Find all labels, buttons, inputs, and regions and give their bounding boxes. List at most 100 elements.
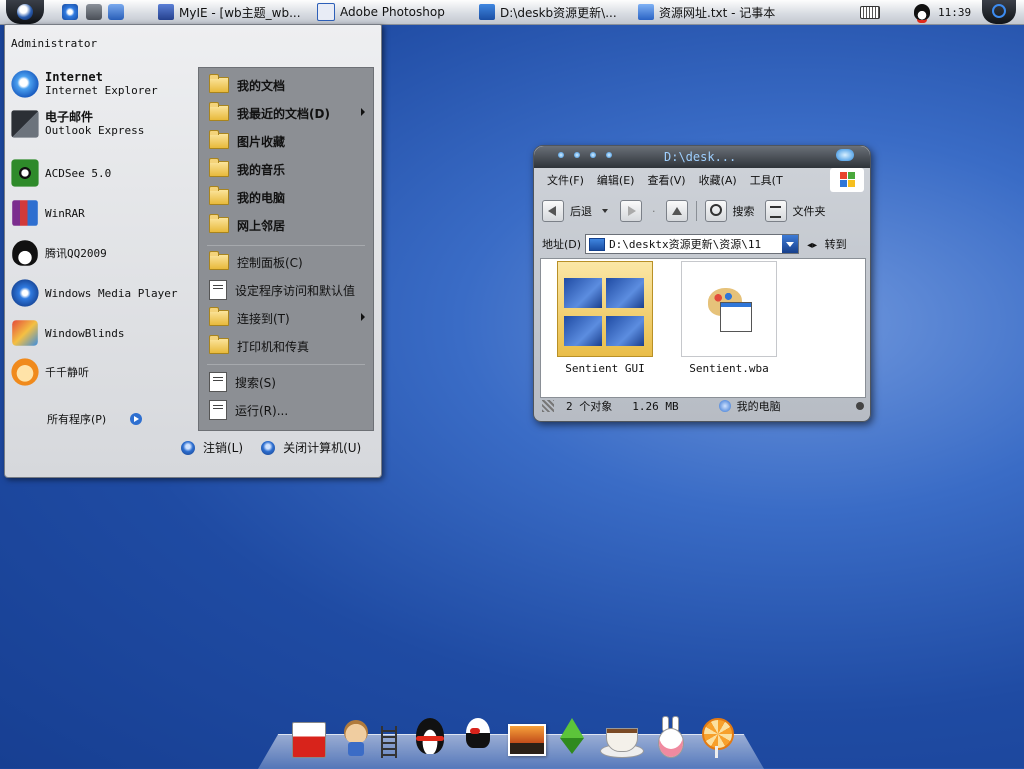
search-label[interactable]: 搜索 — [733, 203, 755, 219]
program-windowblinds[interactable]: WindowBlinds — [9, 314, 195, 352]
place-my-documents[interactable]: 我的文档 — [199, 72, 373, 98]
program-qq[interactable]: 腾讯QQ2009 — [9, 234, 195, 272]
ttplayer-icon — [11, 358, 39, 386]
task-explorer[interactable]: D:\deskb资源更新\... — [479, 0, 617, 24]
place-my-pictures[interactable]: 图片收藏 — [199, 128, 373, 154]
program-media-player[interactable]: Windows Media Player — [9, 274, 195, 312]
keyboard-icon[interactable] — [860, 0, 880, 24]
logoff-button[interactable]: 注销(L) — [181, 439, 243, 456]
all-programs-label: 所有程序(P) — [47, 413, 107, 426]
pinned-email[interactable]: 电子邮件 Outlook Express — [9, 105, 195, 143]
coffee-cup-icon[interactable] — [598, 714, 644, 758]
connect-to[interactable]: 连接到(T) — [199, 305, 373, 331]
menu-edit[interactable]: 编辑(E) — [597, 172, 635, 188]
address-value: D:\desktx资源更新\资源\11 — [609, 238, 762, 251]
resize-grip-icon[interactable] — [856, 402, 864, 410]
document-icon — [209, 400, 227, 420]
shutdown-button[interactable]: 关闭计算机(U) — [261, 439, 361, 456]
up-folder-icon[interactable] — [665, 200, 688, 222]
back-arrow-icon[interactable] — [542, 200, 564, 222]
places-panel: 我的文档 我最近的文档(D) 图片收藏 我的音乐 我的电脑 网上邻居 控制面板(… — [198, 67, 374, 431]
place-label: 我的音乐 — [237, 162, 286, 177]
place-label: 我的电脑 — [237, 190, 286, 205]
all-programs-button[interactable]: 所有程序(P) — [47, 411, 143, 427]
milk-carton-icon[interactable] — [288, 714, 328, 758]
forward-dropdown-icon[interactable]: · — [652, 205, 656, 218]
clock[interactable]: 11:39 — [938, 0, 971, 24]
go-label: 转到 — [824, 238, 847, 251]
search-icon[interactable] — [704, 200, 727, 222]
status-size: 1.26 MB — [632, 399, 679, 413]
address-input[interactable]: D:\desktx资源更新\资源\11 — [585, 234, 800, 254]
ie-icon — [11, 70, 39, 98]
qq-penguin-icon[interactable] — [410, 714, 450, 758]
back-dropdown-icon[interactable] — [602, 209, 608, 213]
task-notepad[interactable]: 资源网址.txt - 记事本 — [638, 0, 775, 24]
program-acdsee[interactable]: ACDSee 5.0 — [9, 154, 195, 192]
pirate-icon[interactable] — [336, 714, 376, 758]
settings-label: 设定程序访问和默认值 — [235, 283, 356, 298]
address-dropdown-icon[interactable] — [782, 235, 799, 253]
file-name: Sentient GUI — [565, 362, 645, 375]
place-label: 图片收藏 — [237, 134, 286, 149]
sketchup-icon[interactable] — [552, 714, 592, 758]
place-my-music[interactable]: 我的音乐 — [199, 156, 373, 182]
search-item[interactable]: 搜索(S) — [199, 369, 373, 395]
ladder-icon[interactable] — [375, 714, 399, 758]
address-bar: 地址(D) D:\desktx资源更新\资源\11 ◂▸ 转到 — [542, 234, 847, 254]
program-winrar[interactable]: WinRAR — [9, 194, 195, 232]
menu-tools[interactable]: 工具(T — [750, 172, 783, 188]
ie-quicklaunch-icon[interactable] — [62, 4, 78, 20]
program-access-defaults[interactable]: 设定程序访问和默认值 — [199, 277, 373, 303]
folder-icon — [209, 186, 229, 205]
run-item[interactable]: 运行(R)... — [199, 397, 373, 423]
menu-view[interactable]: 查看(V) — [647, 172, 685, 188]
power-icon — [261, 440, 276, 455]
program-label: ACDSee 5.0 — [45, 166, 112, 180]
start-menu: Administrator Internet Internet Explorer … — [4, 24, 382, 478]
program-ttplayer[interactable]: 千千静听 — [9, 353, 195, 391]
outlook-icon — [11, 110, 39, 138]
divider — [207, 364, 365, 365]
control-panel[interactable]: 控制面板(C) — [199, 249, 373, 275]
menu-favorites[interactable]: 收藏(A) — [699, 172, 737, 188]
file-item[interactable]: Sentient GUI — [555, 261, 655, 375]
search-button[interactable] — [982, 0, 1016, 24]
window-titlebar[interactable]: D:\desk... — [534, 146, 870, 168]
document-icon — [209, 280, 227, 300]
task-photoshop[interactable]: Adobe Photoshop — [317, 0, 445, 24]
place-network[interactable]: 网上邻居 — [199, 212, 373, 238]
qq-icon — [12, 240, 38, 266]
winrar-icon — [12, 200, 38, 226]
folders-label[interactable]: 文件夹 — [793, 203, 826, 219]
task-myie[interactable]: MyIE - [wb主题_wb... — [158, 0, 301, 24]
status-bar: 2 个对象 1.26 MB 我的电脑 — [534, 396, 870, 416]
menu-file[interactable]: 文件(F) — [547, 172, 584, 188]
lollipop-icon[interactable] — [696, 714, 736, 758]
bird-icon[interactable] — [458, 714, 498, 758]
address-label: 地址(D) — [542, 238, 582, 251]
rabbit-icon[interactable] — [650, 714, 690, 758]
settings-label: 连接到(T) — [237, 311, 290, 326]
status-count: 2 个对象 — [566, 400, 613, 413]
folders-icon[interactable] — [764, 200, 787, 222]
back-label[interactable]: 后退 — [570, 203, 592, 219]
outlook-quicklaunch-icon[interactable] — [108, 4, 124, 20]
go-button[interactable]: ◂▸ 转到 — [807, 236, 847, 252]
qq-tray-icon[interactable] — [914, 0, 930, 24]
printers-faxes[interactable]: 打印机和传真 — [199, 333, 373, 359]
show-desktop-icon[interactable] — [86, 4, 102, 20]
place-my-computer[interactable]: 我的电脑 — [199, 184, 373, 210]
start-orb-button[interactable] — [6, 0, 44, 24]
program-label: WinRAR — [45, 206, 85, 220]
forward-arrow-icon[interactable] — [620, 200, 642, 222]
folder-icon — [209, 214, 229, 233]
photo-icon[interactable] — [504, 714, 546, 758]
window-control-button[interactable] — [836, 149, 854, 161]
my-computer-icon — [718, 400, 731, 412]
pinned-internet[interactable]: Internet Internet Explorer — [9, 65, 195, 103]
menu-bar: 文件(F) 编辑(E) 查看(V) 收藏(A) 工具(T — [534, 169, 870, 191]
folder-icon — [209, 74, 229, 93]
file-item[interactable]: Sentient.wba — [679, 261, 779, 375]
place-recent-documents[interactable]: 我最近的文档(D) — [199, 100, 373, 126]
